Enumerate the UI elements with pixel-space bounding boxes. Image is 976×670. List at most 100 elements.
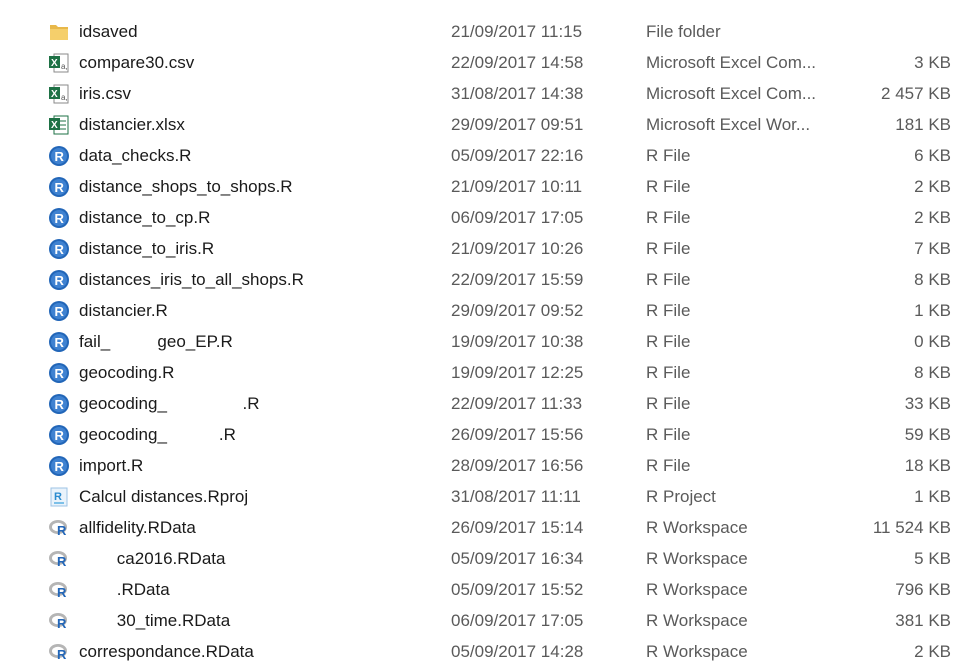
- file-row[interactable]: Rgeocoding.R 19/09/2017 12:25 R File 8 KB: [0, 357, 976, 388]
- r-project-icon: R: [48, 486, 70, 508]
- svg-text:R: R: [57, 585, 67, 600]
- date-modified: 05/09/2017 22:16: [451, 146, 584, 165]
- r-file-icon: R: [48, 362, 70, 384]
- svg-text:R: R: [55, 335, 65, 350]
- file-name[interactable]: import.R: [79, 450, 143, 481]
- file-row[interactable]: R Calcul distances.Rproj 31/08/2017 11:11 R…: [0, 481, 976, 512]
- file-size: 5 KB: [914, 549, 951, 568]
- file-size: 3 KB: [914, 53, 951, 72]
- file-name[interactable]: distances_iris_to_all_shops.R: [79, 264, 304, 295]
- date-modified: 26/09/2017 15:14: [451, 518, 584, 537]
- file-type: File folder: [646, 22, 721, 41]
- file-row[interactable]: Rfail_ geo_EP.R 19/09/2017 10:38 R File 0 K…: [0, 326, 976, 357]
- file-size: 1 KB: [914, 487, 951, 506]
- file-type: Microsoft Excel Com...: [646, 84, 817, 103]
- svg-text:R: R: [55, 366, 65, 381]
- svg-text:X: X: [51, 120, 58, 131]
- file-name[interactable]: allfidelity.RData: [79, 512, 196, 543]
- file-row[interactable]: R ca2016.RData 05/09/2017 16:34 R Workspac…: [0, 543, 976, 574]
- file-row[interactable]: a, Xiris.csv 31/08/2017 14:38 Microsoft Exc…: [0, 78, 976, 109]
- file-size: 33 KB: [904, 394, 951, 413]
- file-name[interactable]: geocoding_ .R: [79, 419, 236, 450]
- file-row[interactable]: Rimport.R 28/09/2017 16:56 R File 18 KB: [0, 450, 976, 481]
- svg-text:a,: a,: [61, 62, 68, 71]
- file-type: R Workspace: [646, 549, 748, 568]
- file-name[interactable]: distance_to_iris.R: [79, 233, 214, 264]
- file-size: 2 457 KB: [881, 84, 951, 103]
- date-modified: 06/09/2017 17:05: [451, 208, 584, 227]
- r-file-icon: R: [48, 238, 70, 260]
- file-row[interactable]: Rcorrespondance.RData 05/09/2017 14:28 R W…: [0, 636, 976, 667]
- file-name[interactable]: .RData: [79, 574, 170, 605]
- date-modified: 21/09/2017 11:15: [451, 22, 583, 41]
- file-row[interactable]: Rgeocoding_ .R 22/09/2017 11:33 R File 33 K…: [0, 388, 976, 419]
- file-name[interactable]: distancier.R: [79, 295, 168, 326]
- file-row[interactable]: Rgeocoding_ .R 26/09/2017 15:56 R File 59 K…: [0, 419, 976, 450]
- date-modified: 21/09/2017 10:26: [451, 239, 584, 258]
- file-type: R File: [646, 208, 691, 227]
- file-row[interactable]: Xdistancier.xlsx 29/09/2017 09:51 Microsof…: [0, 109, 976, 140]
- file-type: R File: [646, 177, 691, 196]
- file-name[interactable]: fail_ geo_EP.R: [79, 326, 233, 357]
- file-name[interactable]: correspondance.RData: [79, 636, 254, 667]
- file-size: 2 KB: [914, 642, 951, 661]
- file-type: R File: [646, 363, 691, 382]
- file-row[interactable]: Rdistance_to_cp.R 06/09/2017 17:05 R File 2…: [0, 202, 976, 233]
- file-row[interactable]: Rdistance_to_iris.R 21/09/2017 10:26 R Fil…: [0, 233, 976, 264]
- file-row[interactable]: R 30_time.RData 06/09/2017 17:05 R Workspa…: [0, 605, 976, 636]
- file-name[interactable]: geocoding.R: [79, 357, 174, 388]
- file-name[interactable]: geocoding_ .R: [79, 388, 259, 419]
- date-modified: 22/09/2017 15:59: [451, 270, 584, 289]
- file-name[interactable]: idsaved: [79, 16, 138, 47]
- file-name[interactable]: 30_time.RData: [79, 605, 230, 636]
- file-row[interactable]: Rdistance_shops_to_shops.R 21/09/2017 10:…: [0, 171, 976, 202]
- file-type: R Workspace: [646, 518, 748, 537]
- date-modified: 19/09/2017 10:38: [451, 332, 584, 351]
- file-name[interactable]: distance_shops_to_shops.R: [79, 171, 293, 202]
- r-file-icon: R: [48, 176, 70, 198]
- svg-text:R: R: [57, 523, 67, 538]
- r-file-icon: R: [48, 207, 70, 229]
- file-name[interactable]: distancier.xlsx: [79, 109, 185, 140]
- file-type: R File: [646, 270, 691, 289]
- file-type: R File: [646, 301, 691, 320]
- file-row[interactable]: a, Xcompare30.csv 22/09/2017 14:58 Microsof…: [0, 47, 976, 78]
- r-file-icon: R: [48, 331, 70, 353]
- file-size: 11 524 KB: [872, 518, 951, 537]
- excel-csv-icon: a, X: [48, 83, 70, 105]
- file-size: 8 KB: [914, 270, 951, 289]
- file-name[interactable]: Calcul distances.Rproj: [79, 481, 248, 512]
- svg-text:R: R: [55, 211, 65, 226]
- file-row[interactable]: R .RData 05/09/2017 15:52 R Workspace 796 K…: [0, 574, 976, 605]
- svg-text:R: R: [55, 304, 65, 319]
- date-modified: 29/09/2017 09:51: [451, 115, 584, 134]
- file-row[interactable]: idsaved 21/09/2017 11:15 File folder: [0, 16, 976, 47]
- file-size: 6 KB: [914, 146, 951, 165]
- file-size: 8 KB: [914, 363, 951, 382]
- file-size: 2 KB: [914, 177, 951, 196]
- date-modified: 22/09/2017 11:33: [451, 394, 583, 413]
- folder-icon: [48, 21, 70, 43]
- file-name[interactable]: data_checks.R: [79, 140, 191, 171]
- date-modified: 31/08/2017 11:11: [451, 487, 581, 506]
- file-size: 381 KB: [895, 611, 951, 630]
- svg-text:X: X: [51, 58, 58, 69]
- svg-text:R: R: [55, 459, 65, 474]
- r-file-icon: R: [48, 455, 70, 477]
- svg-text:R: R: [55, 273, 65, 288]
- file-row[interactable]: Rdistancier.R 29/09/2017 09:52 R File 1 KB: [0, 295, 976, 326]
- file-name[interactable]: ca2016.RData: [79, 543, 226, 574]
- file-name[interactable]: compare30.csv: [79, 47, 194, 78]
- svg-text:R: R: [57, 554, 67, 569]
- file-name[interactable]: distance_to_cp.R: [79, 202, 210, 233]
- date-modified: 06/09/2017 17:05: [451, 611, 584, 630]
- r-workspace-icon: R: [48, 548, 70, 570]
- file-row[interactable]: Rdistances_iris_to_all_shops.R 22/09/2017…: [0, 264, 976, 295]
- date-modified: 26/09/2017 15:56: [451, 425, 584, 444]
- file-row[interactable]: Rdata_checks.R 05/09/2017 22:16 R File 6 KB: [0, 140, 976, 171]
- file-name[interactable]: iris.csv: [79, 78, 131, 109]
- file-row[interactable]: Rallfidelity.RData 26/09/2017 15:14 R Work…: [0, 512, 976, 543]
- file-size: 7 KB: [914, 239, 951, 258]
- r-file-icon: R: [48, 424, 70, 446]
- svg-text:R: R: [57, 647, 67, 662]
